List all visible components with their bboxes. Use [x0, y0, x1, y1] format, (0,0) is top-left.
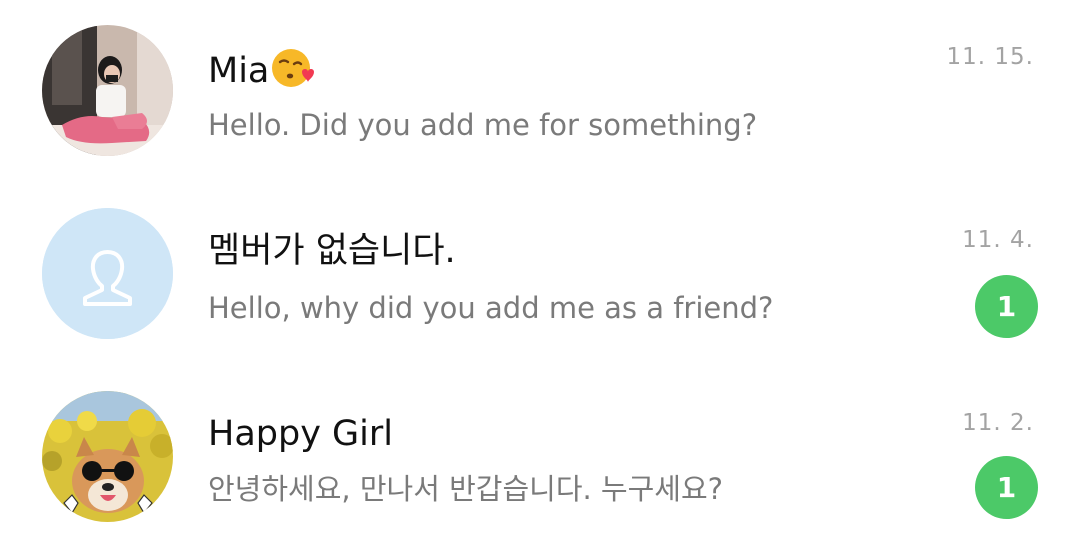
photo-girl-avatar[interactable] — [42, 25, 173, 156]
message-time: 11. 2. — [962, 410, 1034, 436]
unread-count-badge: 1 — [975, 456, 1038, 519]
contact-name: Mia — [208, 46, 315, 93]
chat-row-mia[interactable]: Mia Hello. Did you add me for something?… — [0, 0, 1080, 183]
contact-name-text: Mia — [208, 51, 270, 91]
default-person-icon — [42, 208, 173, 339]
default-profile-avatar[interactable] — [42, 208, 173, 339]
message-time: 11. 4. — [962, 227, 1034, 253]
kissing-face-emoji-icon — [270, 46, 315, 90]
unread-count-badge: 1 — [975, 275, 1038, 338]
contact-name: 멤버가 없습니다. — [208, 231, 456, 271]
dog-sunglasses-avatar[interactable] — [42, 391, 173, 522]
contact-name: Happy Girl — [208, 414, 393, 454]
message-time: 11. 15. — [946, 44, 1034, 70]
chat-row-happy-girl[interactable]: Happy Girl 안녕하세요, 만나서 반갑습니다. 누구세요? 11. 2… — [0, 366, 1080, 549]
message-preview: 안녕하세요, 만나서 반갑습니다. 누구세요? — [208, 472, 724, 506]
message-preview: Hello, why did you add me as a friend? — [208, 291, 774, 325]
chat-row-no-members[interactable]: 멤버가 없습니다. Hello, why did you add me as a… — [0, 183, 1080, 366]
chat-list: Mia Hello. Did you add me for something?… — [0, 0, 1080, 555]
message-preview: Hello. Did you add me for something? — [208, 108, 758, 142]
